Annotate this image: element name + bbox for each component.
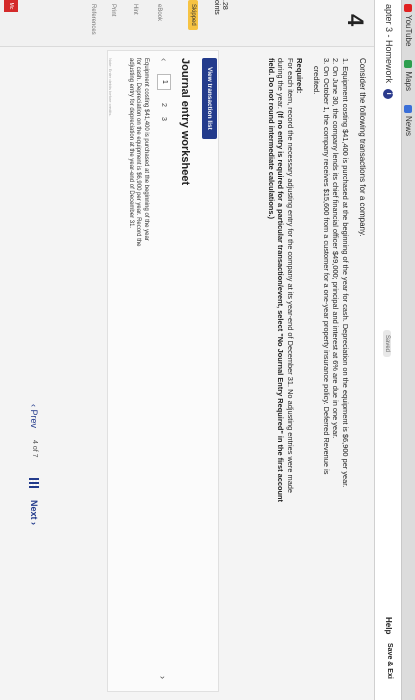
page-button-1[interactable]: 1 [157, 74, 171, 90]
news-icon [404, 105, 413, 113]
worksheet-note: Note: Enter debits before credits. [108, 58, 113, 117]
transaction-item: 3. On October 1, the company receives $1… [322, 58, 331, 475]
points-label: .28 oints [213, 0, 228, 15]
worksheet-title: Journal entry worksheet [179, 58, 191, 186]
transaction-item: 1. Equipment costing $41,400 is purchase… [341, 58, 350, 488]
question-rail: 4 .28 oints Skipped eBook Hint Print Ref… [0, 0, 374, 47]
maps-icon [404, 60, 413, 69]
page-canvas: YouTube Maps News apter 3 - Homework i S… [0, 0, 415, 700]
required-line: For each item, record the necessary adju… [286, 58, 295, 494]
prev-button[interactable]: ‹ Prev [29, 404, 39, 428]
required-title: Required: [295, 58, 304, 94]
hint-link[interactable]: Hint [132, 4, 138, 15]
page-button-3[interactable]: 3 [161, 112, 168, 126]
next-button[interactable]: Next › [29, 500, 39, 525]
footer-nav: ‹ Prev 4 of 7 Next › [7, 0, 47, 700]
worksheet-pager: ‹ 1 2 3 [157, 58, 171, 148]
skipped-badge: Skipped [188, 0, 198, 30]
question-body: Consider the following transactions for … [108, 58, 367, 688]
print-link[interactable]: Print [110, 4, 116, 16]
save-exit-button[interactable]: Save & Exi [386, 643, 393, 679]
bookmark-maps[interactable]: Maps [404, 60, 413, 91]
bookmark-news[interactable]: News [404, 105, 413, 136]
transaction-item: credited. [312, 66, 322, 95]
bookmark-label: Maps [404, 71, 413, 91]
transaction-list: 1. Equipment costing $41,400 is purchase… [312, 58, 351, 688]
chevron-right-icon[interactable]: › [158, 676, 168, 679]
chevron-left-icon[interactable]: ‹ [159, 58, 170, 74]
bookmark-label: YouTube [404, 15, 413, 47]
info-icon[interactable]: i [383, 88, 394, 99]
next-label: Next [29, 500, 39, 520]
bookmark-label: News [404, 116, 413, 137]
saved-status: Saved [383, 330, 391, 358]
worksheet-description: Equipment costing $41,400 is purchased a… [128, 58, 149, 247]
required-line: during the year. [276, 58, 286, 112]
page-button-2[interactable]: 2 [161, 98, 168, 112]
required-instructions: For each item, record the necessary adju… [267, 58, 295, 688]
bookmarks-bar: YouTube Maps News [401, 0, 415, 700]
question-number: 4 [343, 14, 368, 27]
youtube-icon [404, 4, 413, 12]
bookmark-youtube[interactable]: YouTube [404, 4, 413, 46]
page-count: 4 of 7 [31, 440, 38, 458]
required-line-bold: field. Do not round intermediate calcula… [267, 58, 276, 219]
help-button[interactable]: Help [384, 617, 393, 634]
chapter-label: apter 3 - Homework [384, 4, 394, 84]
references-link[interactable]: References [90, 4, 96, 35]
prev-label: Prev [29, 409, 39, 429]
question-intro: Consider the following transactions for … [358, 58, 367, 237]
brand-logo: Mc [4, 0, 18, 12]
assignment-header: apter 3 - Homework i Saved Help Save & E… [374, 0, 401, 700]
transaction-item: 2. On June 30, the company lends its chi… [331, 58, 341, 439]
required-line-bold: (If no entry is required for a particula… [276, 111, 286, 503]
view-transaction-list-button[interactable]: View transaction list [202, 58, 217, 139]
chapter-title: apter 3 - Homework i [383, 4, 394, 99]
ebook-link[interactable]: eBook [156, 4, 162, 21]
grid-icon[interactable] [29, 478, 39, 488]
